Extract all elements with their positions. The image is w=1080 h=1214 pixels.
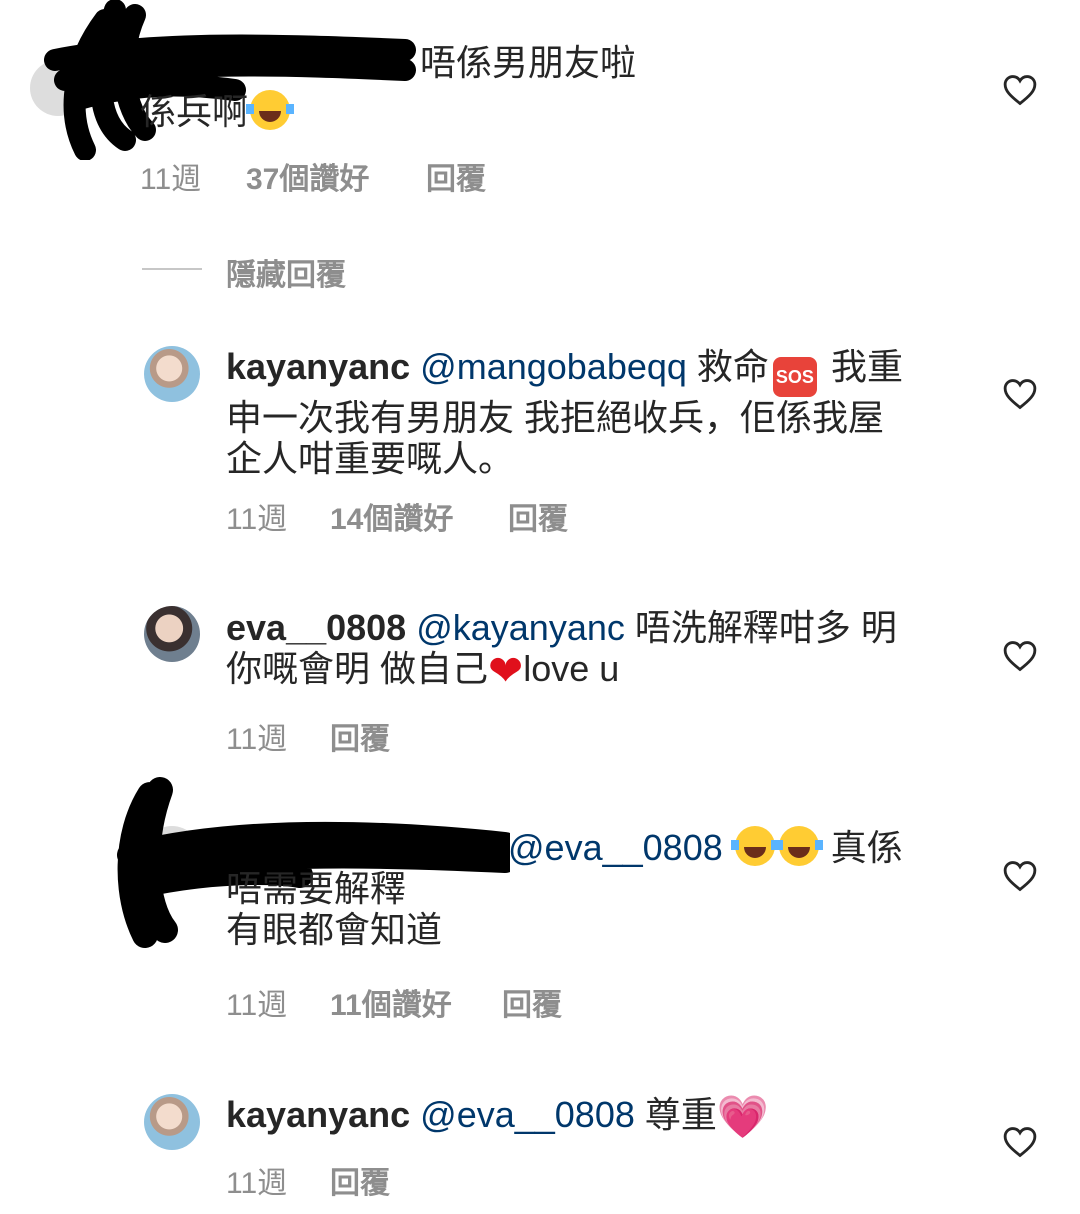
reply-button[interactable]: 回覆	[508, 494, 568, 538]
heart-outline-icon[interactable]	[1003, 860, 1037, 892]
avatar-kayanyanc[interactable]	[144, 1094, 200, 1150]
comment-likes[interactable]: 37個讚好	[246, 154, 369, 198]
red-heart-emoji: ❤	[488, 647, 524, 694]
comment-username[interactable]: kayanyanc	[226, 346, 410, 387]
tears-of-joy-emoji	[730, 826, 779, 866]
comment-time: 11週	[226, 989, 288, 1022]
comment-username[interactable]: kayanyanc	[226, 1094, 410, 1135]
mention-link[interactable]: @kayanyanc	[416, 607, 625, 648]
mention-link[interactable]: @eva__0808	[420, 1094, 635, 1135]
comment-text: @eva__0808 真係 唔需要解釋 有眼都會知道	[226, 826, 903, 950]
hide-replies-line	[142, 268, 202, 270]
avatar-kayanyanc[interactable]	[144, 346, 200, 402]
comment-time: 11週	[226, 1167, 288, 1200]
comment-time: 11週	[140, 163, 202, 196]
mention-link[interactable]: @eva__0808	[508, 827, 723, 868]
reply-button[interactable]: 回覆	[330, 1158, 390, 1202]
comment-likes[interactable]: 14個讚好	[330, 494, 453, 538]
heart-outline-icon[interactable]	[1003, 74, 1037, 106]
comment-text: kayanyanc @eva__0808 尊重💗	[226, 1093, 770, 1140]
comment-text: eva__0808 @kayanyanc 唔洗解釋咁多 明 你嘅會明 做自己❤l…	[226, 607, 897, 694]
avatar-eva-0808[interactable]	[144, 606, 200, 662]
sos-emoji: SOS	[772, 357, 817, 397]
heart-outline-icon[interactable]	[1003, 640, 1037, 672]
tears-of-joy-emoji	[246, 90, 295, 130]
tears-of-joy-emoji	[774, 826, 823, 866]
comment-time: 11週	[226, 723, 288, 756]
reply-button[interactable]: 回覆	[502, 980, 562, 1024]
reply-button[interactable]: 回覆	[330, 714, 390, 758]
comment-username[interactable]: eva__0808	[226, 607, 406, 648]
comment-likes[interactable]: 11個讚好	[330, 980, 452, 1024]
heart-outline-icon[interactable]	[1003, 378, 1037, 410]
reply-button[interactable]: 回覆	[426, 154, 486, 198]
comment-text-line2: 係兵啊	[140, 90, 850, 132]
mention-link[interactable]: @mangobabeqq	[420, 346, 687, 387]
heart-outline-icon[interactable]	[1003, 1126, 1037, 1158]
comment-time: 11週	[226, 503, 288, 536]
hide-replies-button[interactable]: 隱藏回覆	[226, 250, 346, 294]
redaction-scribble	[44, 0, 416, 160]
comment-text: 唔係男朋友啦	[420, 42, 637, 83]
comment-text: kayanyanc @mangobabeqq 救命 SOS 我重 申一次我有男朋友…	[226, 346, 903, 479]
sparkling-heart-emoji: 💗	[716, 1093, 770, 1140]
